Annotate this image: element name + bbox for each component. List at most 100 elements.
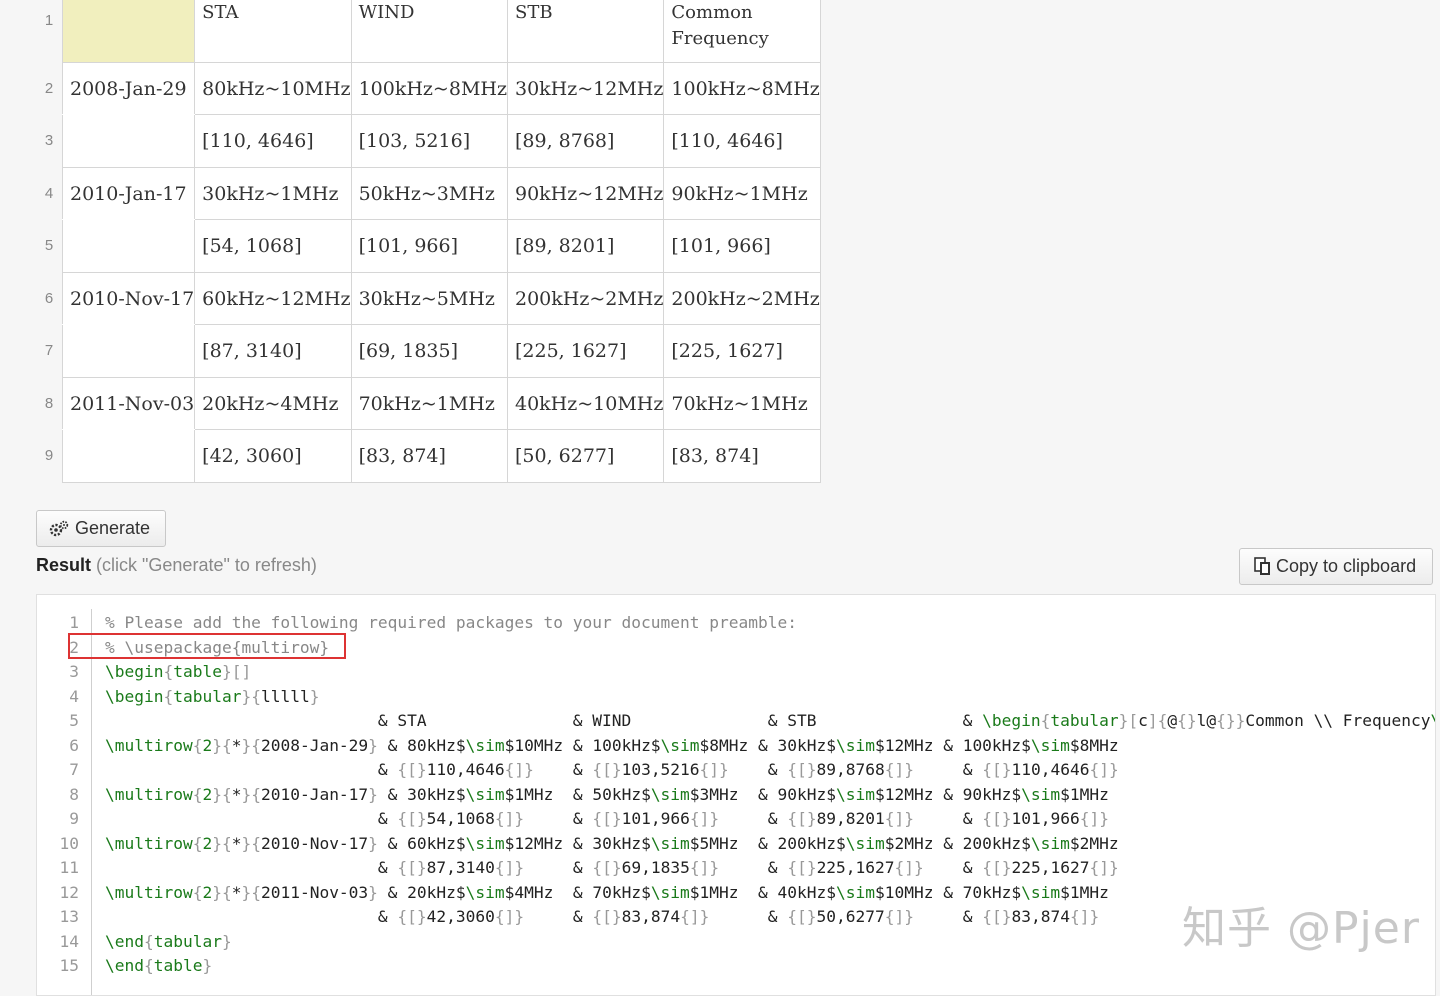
code-text: & {[}87,3140{]} & {[}69,1835{]} & {[}225…	[105, 858, 1119, 877]
table-cell[interactable]: 60kHz~12MHz	[194, 272, 352, 325]
line-number: 15	[59, 956, 80, 975]
code-text: \multirow{2}{*}{2010-Nov-17} & 60kHz$\si…	[105, 833, 1119, 853]
table-cell[interactable]: [83, 874]	[350, 429, 508, 483]
date-cell[interactable]	[61, 324, 196, 378]
code-line: 5 & STA & WIND & STB & \begin{tabular}[c…	[37, 711, 1435, 735]
header-cell[interactable]: Common Frequency	[663, 0, 821, 63]
generate-button-label: Generate	[75, 518, 151, 538]
table-cell[interactable]: [225, 1627]	[663, 324, 821, 378]
row-number: 9	[44, 447, 54, 464]
table-row: [87, 3140] [69, 1835] [225, 1627] [225, 162…	[61, 324, 821, 378]
code-line: 9 & {[}54,1068{]} & {[}101,966{]} & {[}8…	[37, 809, 1109, 833]
code-text: \end{tabular}	[105, 931, 232, 951]
table-row: 2011-Nov-03 20kHz~4MHz 70kHz~1MHz 40kHz~10M…	[61, 377, 821, 430]
table-cell[interactable]: 80kHz~10MHz	[194, 62, 352, 115]
copy-to-clipboard-button[interactable]: Copy to clipboard	[1239, 548, 1433, 585]
row-number: 6	[44, 290, 54, 307]
code-text: & {[}110,4646{]} & {[}103,5216{]} & {[}8…	[105, 760, 1119, 779]
header-cell[interactable]: STB	[506, 0, 665, 63]
code-text: \end{table}	[105, 956, 213, 975]
table-row: 2010-Nov-17 60kHz~12MHz 30kHz~5MHz 200kHz~2…	[61, 272, 821, 325]
line-number: 6	[69, 735, 79, 755]
date-cell[interactable]	[61, 219, 196, 273]
code-text: % Please add the following required pack…	[105, 613, 797, 632]
code-line: 7 & {[}110,4646{]} & {[}103,5216{]} & {[…	[37, 760, 1119, 784]
table-cell[interactable]: [110, 4646]	[194, 114, 352, 168]
table-cell[interactable]: 70kHz~1MHz	[663, 377, 821, 430]
table-cell[interactable]: [54, 1068]	[194, 219, 352, 273]
code-text: \multirow{2}{*}{2011-Nov-03} & 20kHz$\si…	[105, 882, 1109, 902]
table-cell[interactable]: [87, 3140]	[194, 324, 352, 378]
table-cell[interactable]: 40kHz~10MHz	[506, 377, 665, 430]
code-text: & {[}54,1068{]} & {[}101,966{]} & {[}89,…	[105, 809, 1110, 828]
gear-icon	[49, 520, 69, 536]
table-cell[interactable]: [101, 966]	[663, 219, 821, 273]
header-cell[interactable]: WIND	[350, 0, 508, 63]
table-cell[interactable]: 50kHz~3MHz	[350, 167, 508, 220]
line-number: 7	[69, 760, 79, 779]
table-cell[interactable]: [69, 1835]	[350, 324, 508, 378]
table-cell[interactable]: [89, 8201]	[506, 219, 665, 273]
code-line: 14 \end{tabular}	[37, 932, 232, 956]
code-text: & STA & WIND & STB & \begin{tabular}[c]{…	[105, 711, 1435, 730]
code-line: 6 \multirow{2}{*}{2008-Jan-29} & 80kHz$\s…	[37, 735, 1119, 760]
line-number: 4	[69, 686, 79, 706]
spreadsheet-table[interactable]: STA WIND STB Common Frequency 2008-Jan-29 80k…	[61, 0, 821, 483]
table-row: [54, 1068] [101, 966] [89, 8201] [101, 966]	[61, 219, 821, 273]
table-row: [110, 4646] [103, 5216] [89, 8768] [110, 46…	[61, 114, 821, 168]
table-cell[interactable]: [89, 8768]	[506, 114, 665, 168]
code-line: 10 \multirow{2}{*}{2010-Nov-17} & 60kHz$\…	[37, 834, 1119, 858]
code-line: 15 \end{table}	[37, 956, 213, 980]
table-row: 2008-Jan-29 80kHz~10MHz 100kHz~8MHz 30kHz~1…	[61, 62, 821, 115]
table-cell[interactable]: 30kHz~5MHz	[350, 272, 508, 325]
table-row: 2010-Jan-17 30kHz~1MHz 50kHz~3MHz 90kHz~12M…	[61, 167, 821, 220]
row-number: 2	[44, 80, 54, 97]
date-cell[interactable]	[61, 114, 196, 168]
line-number: 11	[59, 858, 80, 877]
table-cell[interactable]: [110, 4646]	[663, 114, 821, 168]
row-number: 3	[44, 132, 54, 149]
line-number: 3	[69, 662, 79, 681]
generate-button[interactable]: Generate	[36, 510, 166, 547]
table-header-row: STA WIND STB Common Frequency	[61, 0, 821, 63]
code-text: \begin{tabular}{lllll}	[105, 686, 320, 706]
code-line: 8 \multirow{2}{*}{2010-Jan-17} & 30kHz$\s…	[37, 785, 1109, 809]
date-cell[interactable]	[61, 429, 196, 483]
table-cell[interactable]: 30kHz~1MHz	[194, 167, 352, 220]
copy-button-label: Copy to clipboard	[1276, 556, 1417, 576]
table-cell[interactable]: 90kHz~12MHz	[506, 167, 665, 220]
table-cell[interactable]: 200kHz~2MHz	[663, 272, 821, 325]
table-cell[interactable]: [42, 3060]	[194, 429, 352, 483]
table-cell[interactable]: [101, 966]	[350, 219, 508, 273]
table-cell[interactable]: [103, 5216]	[350, 114, 508, 168]
table-cell[interactable]: 70kHz~1MHz	[350, 377, 508, 430]
table-cell[interactable]: 100kHz~8MHz	[350, 62, 508, 115]
table-cell[interactable]: [83, 874]	[663, 429, 821, 483]
result-hint: (click "Generate" to refresh)	[96, 555, 317, 575]
line-number: 8	[69, 784, 79, 804]
date-cell[interactable]: 2010-Jan-17	[61, 167, 196, 220]
table-cell[interactable]: 30kHz~12MHz	[506, 62, 665, 115]
table-cell[interactable]: 90kHz~1MHz	[663, 167, 821, 220]
result-label: Result	[36, 555, 92, 575]
header-cell[interactable]: STA	[194, 0, 352, 63]
corner-cell[interactable]	[61, 0, 196, 63]
code-text: & {[}42,3060{]} & {[}83,874{]} & {[}50,6…	[105, 907, 1100, 926]
line-number: 12	[59, 882, 80, 902]
row-number: 5	[44, 237, 54, 254]
annotation-highlight-box	[68, 633, 346, 659]
table-cell[interactable]: 20kHz~4MHz	[194, 377, 352, 430]
date-cell[interactable]: 2011-Nov-03	[61, 377, 196, 430]
line-number: 14	[59, 931, 80, 951]
table-cell[interactable]: [50, 6277]	[506, 429, 665, 483]
table-cell[interactable]: 100kHz~8MHz	[663, 62, 821, 115]
table-cell[interactable]: 200kHz~2MHz	[506, 272, 665, 325]
code-text: \multirow{2}{*}{2008-Jan-29} & 80kHz$\si…	[105, 735, 1119, 755]
row-number: 7	[44, 342, 54, 359]
table-row: [42, 3060] [83, 874] [50, 6277] [83, 874]	[61, 429, 821, 483]
date-cell[interactable]: 2008-Jan-29	[61, 62, 196, 115]
line-number: 13	[59, 907, 80, 926]
row-number: 8	[44, 395, 54, 412]
date-cell[interactable]: 2010-Nov-17	[61, 272, 196, 325]
table-cell[interactable]: [225, 1627]	[506, 324, 665, 378]
